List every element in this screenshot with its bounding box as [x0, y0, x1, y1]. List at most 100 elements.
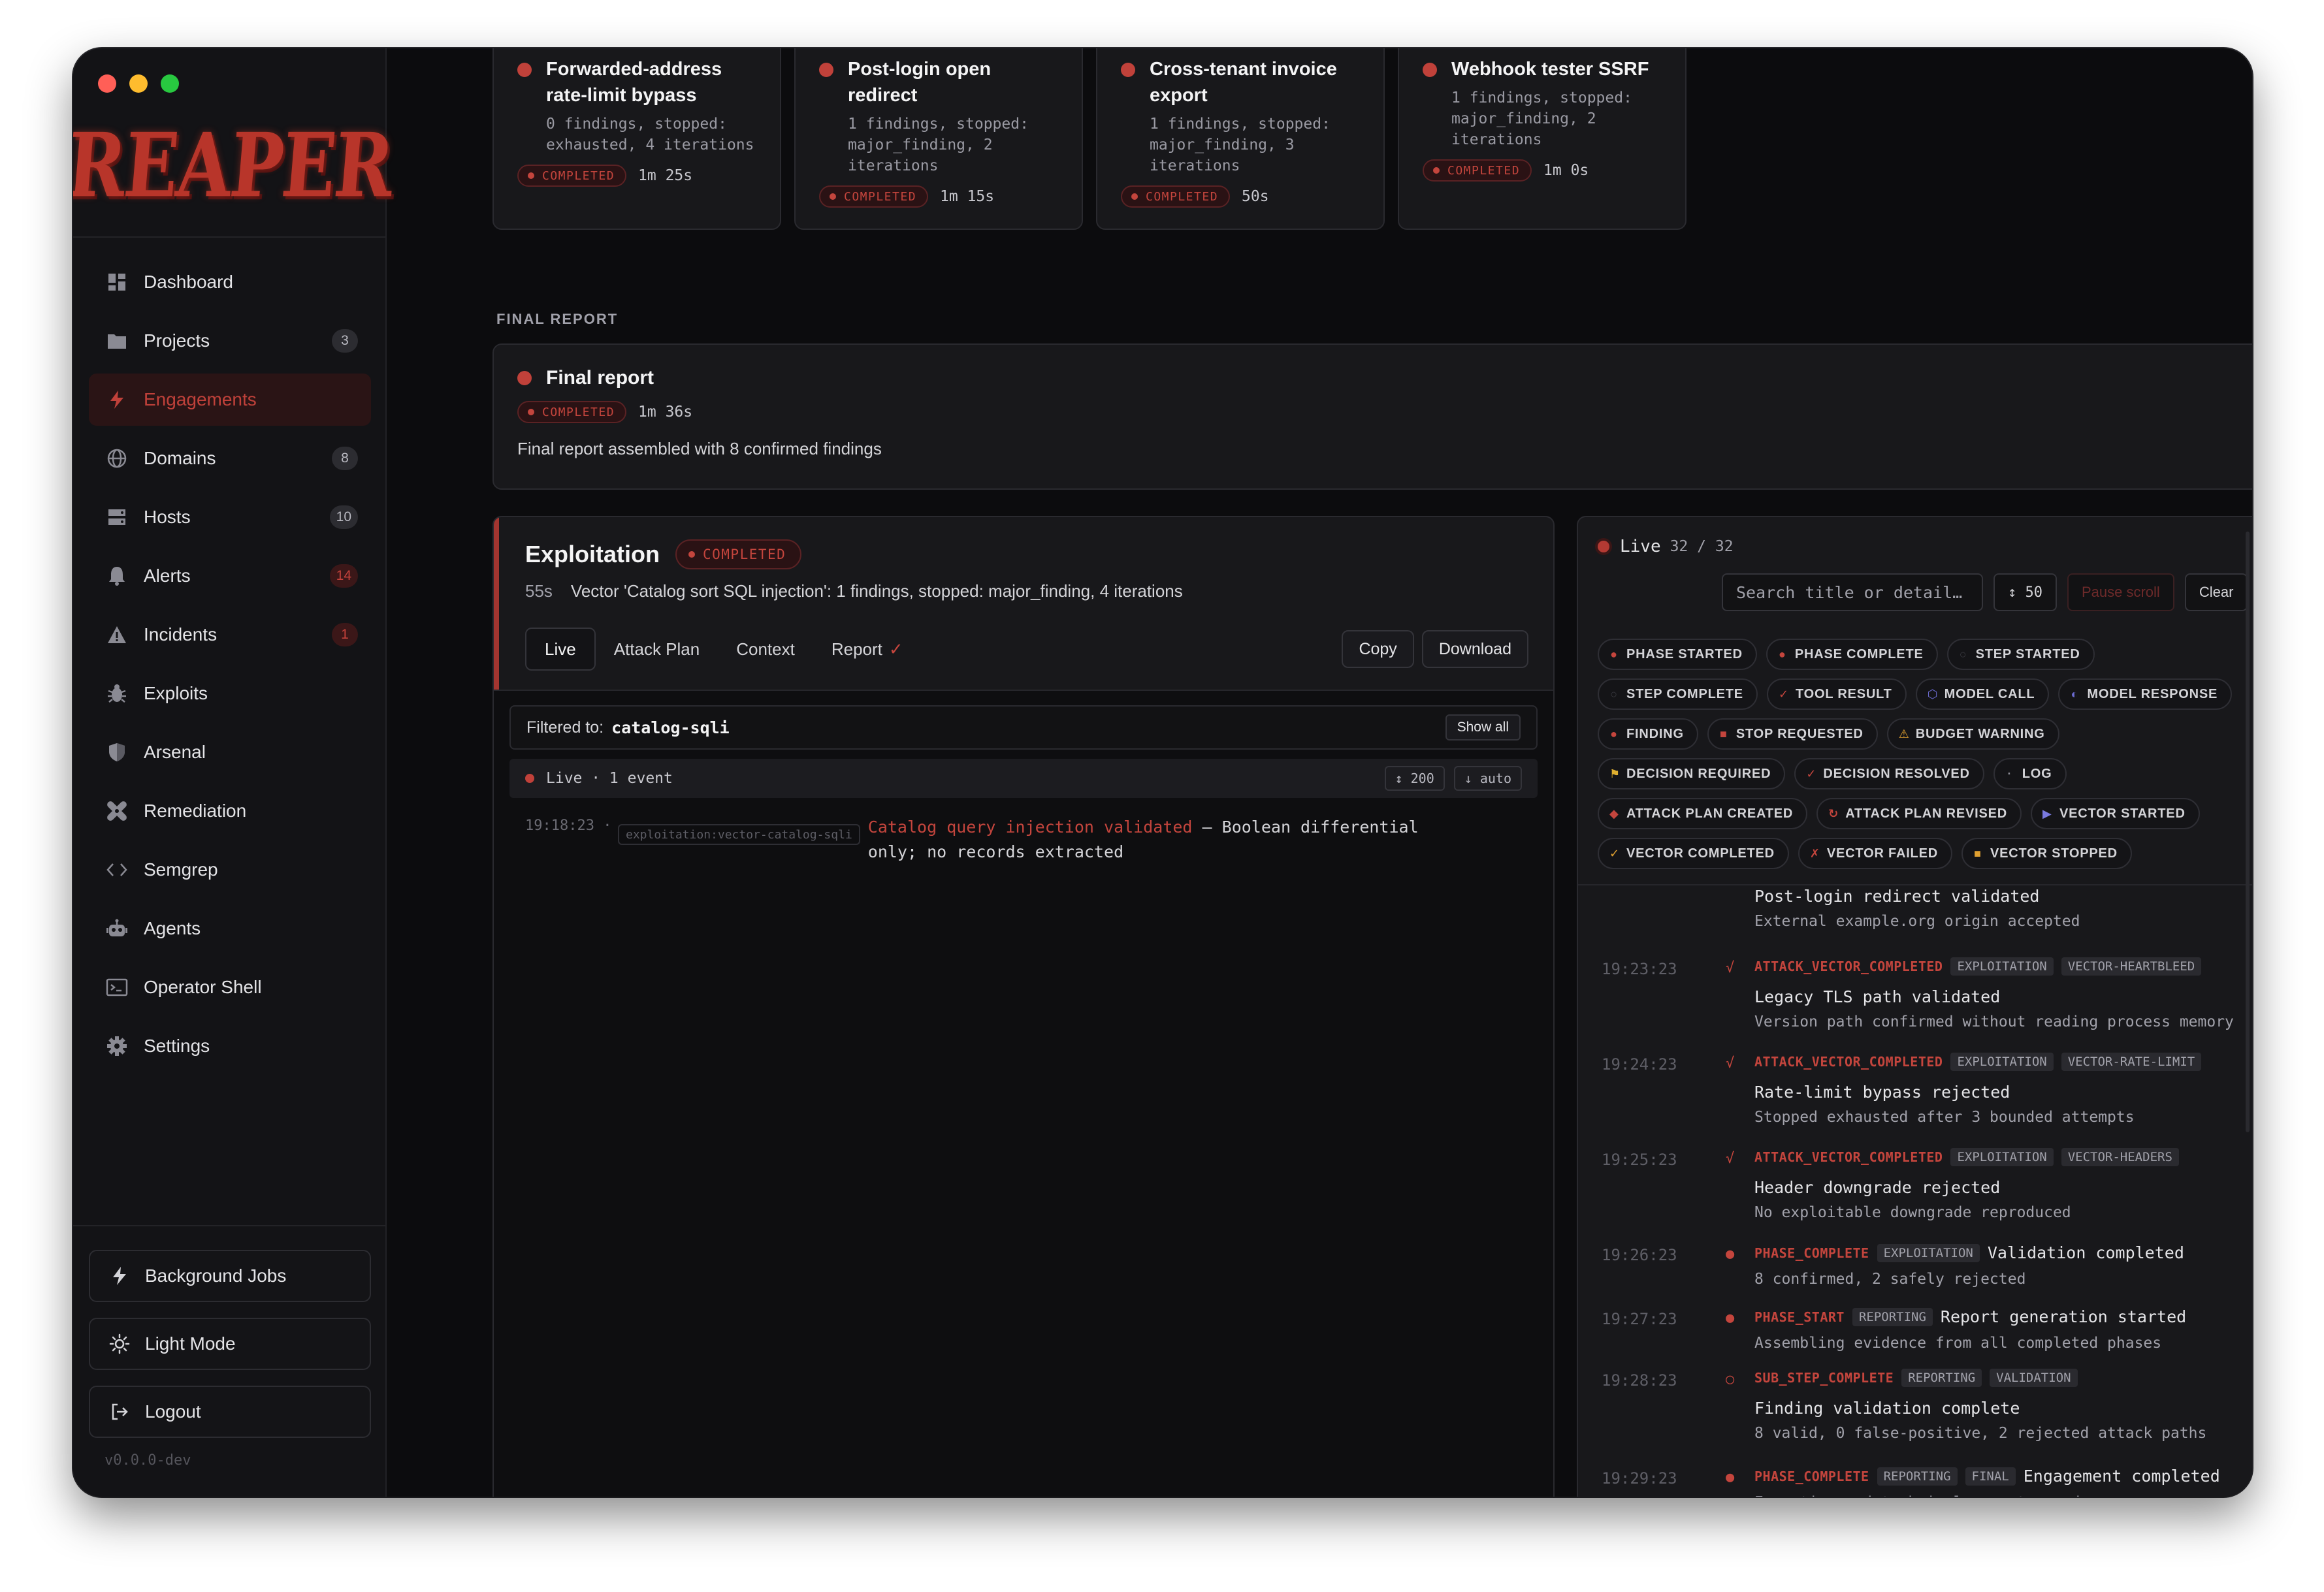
filter-chip-decision-resolved[interactable]: ✓ DECISION RESOLVED — [1794, 758, 1984, 789]
pause-scroll-button[interactable]: Pause scroll — [2067, 573, 2174, 611]
logo[interactable]: REAPER — [73, 114, 396, 218]
live-event-row[interactable]: 19:25:23 √ ATTACK_VECTOR_COMPLETED EXPLOITA… — [1602, 1141, 2252, 1226]
event-time: 19:24:23 — [1602, 1055, 1677, 1074]
event-description: 8 valid, 0 false-positive, 2 rejected at… — [1754, 1425, 2207, 1442]
live-dot — [1598, 541, 1609, 552]
filter-chip-tool-result[interactable]: ✓ TOOL RESULT — [1766, 678, 1907, 710]
live-event-row[interactable]: 19:28:23 ○ SUB_STEP_COMPLETE REPORTING VALID… — [1602, 1362, 2252, 1447]
filter-chip-vector-failed[interactable]: ✗ VECTOR FAILED — [1798, 838, 1952, 869]
limit-button[interactable]: ↕ 200 — [1384, 766, 1445, 791]
chip-label: VECTOR STARTED — [2059, 806, 2186, 821]
exploitation-summary: Vector 'Catalog sort SQL injection': 1 f… — [570, 581, 1183, 601]
event-time: 19:26:23 — [1602, 1246, 1677, 1264]
live-event-row[interactable]: 19:23:23 √ ATTACK_VECTOR_COMPLETED EXPLOITA… — [1602, 951, 2252, 1036]
final-report-card[interactable]: Final report COMPLETED 1m 36s Final repo… — [492, 343, 2252, 490]
chip-label: BUDGET WARNING — [1915, 726, 2045, 741]
filter-chip-finding[interactable]: ● FINDING — [1598, 718, 1698, 750]
chip-icon: ○ — [1610, 687, 1618, 701]
event-type: ATTACK_VECTOR_COMPLETED — [1754, 1149, 1943, 1165]
filter-chip-vector-stopped[interactable]: ■ VECTOR STOPPED — [1961, 838, 2132, 869]
vector-card[interactable]: Forwarded-address rate-limit bypass 0 fin… — [492, 48, 781, 230]
tab-attack-plan[interactable]: Attack Plan — [596, 628, 718, 671]
bandage-icon — [105, 799, 129, 823]
tab-live[interactable]: Live — [525, 628, 596, 671]
status-badge: COMPLETED — [517, 165, 627, 187]
light-mode-button[interactable]: Light Mode — [89, 1318, 371, 1370]
maximize-window-button[interactable] — [161, 74, 179, 93]
chip-icon: ✓ — [1806, 767, 1817, 780]
show-all-button[interactable]: Show all — [1445, 714, 1521, 740]
event-tag: EXPLOITATION — [1877, 1243, 1980, 1262]
sidebar-item-engagements[interactable]: Engagements — [89, 374, 371, 426]
sidebar-item-remediation[interactable]: Remediation — [89, 785, 371, 837]
sidebar-item-hosts[interactable]: Hosts 10 — [89, 491, 371, 543]
chip-icon: ↻ — [1828, 806, 1839, 820]
close-window-button[interactable] — [98, 74, 116, 93]
vector-card[interactable]: Webhook tester SSRF 1 findings, stopped:… — [1398, 48, 1687, 230]
filter-chip-step-complete[interactable]: ○ STEP COMPLETE — [1598, 678, 1758, 710]
sidebar-item-operator-shell[interactable]: Operator Shell — [89, 961, 371, 1013]
live-event-row[interactable]: 19:24:23 √ ATTACK_VECTOR_COMPLETED EXPLOITA… — [1602, 1046, 2252, 1131]
live-events-panel: Live 32 / 32 Search title or detail… ↕ 5… — [1577, 516, 2252, 1497]
sidebar-item-arsenal[interactable]: Arsenal — [89, 726, 371, 778]
filter-chip-model-response[interactable]: ◐ MODEL RESPONSE — [2058, 678, 2233, 710]
vector-detail: 1 findings, stopped: — [848, 116, 1029, 133]
duration: 1m 15s — [940, 188, 995, 205]
live-event-row[interactable]: 19:29:23 ● PHASE_COMPLETE REPORTING FINAL Eng… — [1602, 1460, 2252, 1497]
minimize-window-button[interactable] — [129, 74, 148, 93]
chip-label: ATTACK PLAN CREATED — [1626, 806, 1794, 821]
clear-button[interactable]: Clear — [2184, 573, 2248, 611]
sidebar-item-alerts[interactable]: Alerts 14 — [89, 550, 371, 602]
sidebar-item-projects[interactable]: Projects 3 — [89, 315, 371, 367]
copy-button[interactable]: Copy — [1342, 630, 1414, 668]
event-detail-2: only; no records extracted — [867, 842, 1124, 861]
event-row[interactable]: 19:18:23 · exploitation:vector-catalog-s… — [525, 815, 1527, 865]
count-badge: 8 — [332, 447, 358, 470]
sidebar-item-label: Semgrep — [144, 859, 218, 880]
vector-card[interactable]: Cross-tenant invoice export 1 findings, s… — [1096, 48, 1385, 230]
filter-chip-phase-started[interactable]: ● PHASE STARTED — [1598, 639, 1757, 670]
sidebar-item-label: Engagements — [144, 389, 257, 409]
filter-chip-vector-completed[interactable]: ✓ VECTOR COMPLETED — [1598, 838, 1789, 869]
filter-chip-stop-requested[interactable]: ■ STOP REQUESTED — [1707, 718, 1878, 750]
bell-icon — [105, 564, 129, 588]
sidebar-item-semgrep[interactable]: Semgrep — [89, 844, 371, 896]
sidebar-item-dashboard[interactable]: Dashboard — [89, 256, 371, 308]
tab-report[interactable]: Report ✓ — [813, 628, 922, 671]
filter-chip-decision-required[interactable]: ⚑ DECISION REQUIRED — [1598, 758, 1786, 789]
logout-button[interactable]: Logout — [89, 1386, 371, 1438]
event-description: No exploitable downgrade reproduced — [1754, 1204, 2071, 1221]
filter-chip-phase-complete[interactable]: ● PHASE COMPLETE — [1766, 639, 1938, 670]
vector-detail: major_finding, 2 — [1451, 110, 1596, 127]
logout-icon — [107, 1399, 132, 1424]
background-jobs-button[interactable]: Background Jobs — [89, 1250, 371, 1302]
code-icon — [105, 857, 129, 882]
search-input[interactable]: Search title or detail… — [1722, 573, 1983, 611]
filter-chip-attack-plan-revised[interactable]: ↻ ATTACK PLAN REVISED — [1816, 798, 2022, 829]
chip-label: PHASE COMPLETE — [1794, 646, 1924, 661]
sidebar-item-domains[interactable]: Domains 8 — [89, 432, 371, 485]
sidebar-item-incidents[interactable]: Incidents 1 — [89, 609, 371, 661]
sidebar-item-exploits[interactable]: Exploits — [89, 667, 371, 720]
filter-chip-vector-started[interactable]: ▶ VECTOR STARTED — [2031, 798, 2200, 829]
filter-chip-model-call[interactable]: ⬡ MODEL CALL — [1915, 678, 2050, 710]
filter-chip-log[interactable]: · LOG — [1993, 758, 2067, 789]
autoscroll-button[interactable]: ↓ auto — [1453, 766, 1522, 791]
count-badge: 10 — [329, 505, 358, 529]
limit-button[interactable]: ↕ 50 — [1993, 573, 2057, 611]
tab-context[interactable]: Context — [718, 628, 813, 671]
vector-card[interactable]: Post-login open redirect 1 findings, stop… — [794, 48, 1083, 230]
chip-icon: ● — [1610, 647, 1618, 661]
status-badge: COMPLETED — [517, 401, 627, 423]
filter-chip-budget-warning[interactable]: ⚠ BUDGET WARNING — [1886, 718, 2059, 750]
sidebar-item-agents[interactable]: Agents — [89, 902, 371, 955]
filter-chip-attack-plan-created[interactable]: ◆ ATTACK PLAN CREATED — [1598, 798, 1808, 829]
filter-label: Filtered to: — [526, 718, 604, 737]
main-scrollbar[interactable] — [2246, 532, 2250, 1132]
sidebar-item-settings[interactable]: Settings — [89, 1020, 371, 1072]
event-status-icon: √ — [1726, 1055, 1735, 1072]
vector-title: Cross-tenant invoice export — [1150, 56, 1337, 108]
event-type-filters: ● PHASE STARTED ● PHASE COMPLETE ○ STEP START… — [1598, 639, 2252, 878]
filter-chip-step-started[interactable]: ○ STEP STARTED — [1946, 639, 2095, 670]
download-button[interactable]: Download — [1421, 630, 1528, 668]
